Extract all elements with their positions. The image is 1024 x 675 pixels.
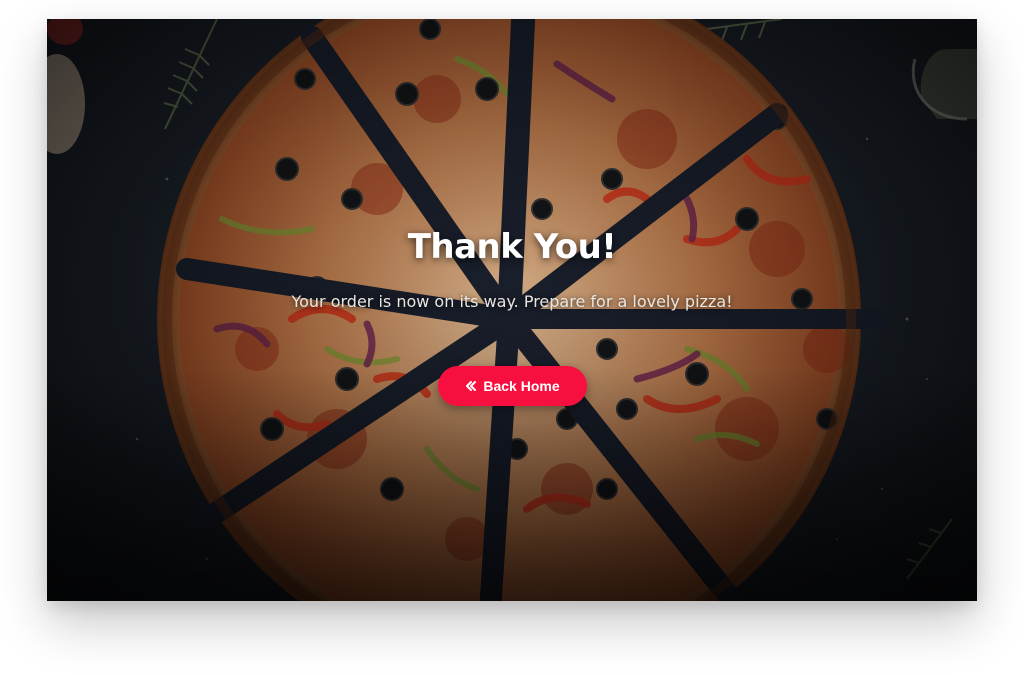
thank-you-page: Thank You! Your order is now on its way.…: [47, 19, 977, 601]
double-chevron-left-icon: [465, 380, 477, 392]
confirmation-message: Your order is now on its way. Prepare fo…: [291, 292, 733, 311]
page-title: Thank You!: [407, 227, 617, 267]
back-home-label: Back Home: [483, 378, 560, 394]
back-home-button[interactable]: Back Home: [438, 366, 587, 406]
